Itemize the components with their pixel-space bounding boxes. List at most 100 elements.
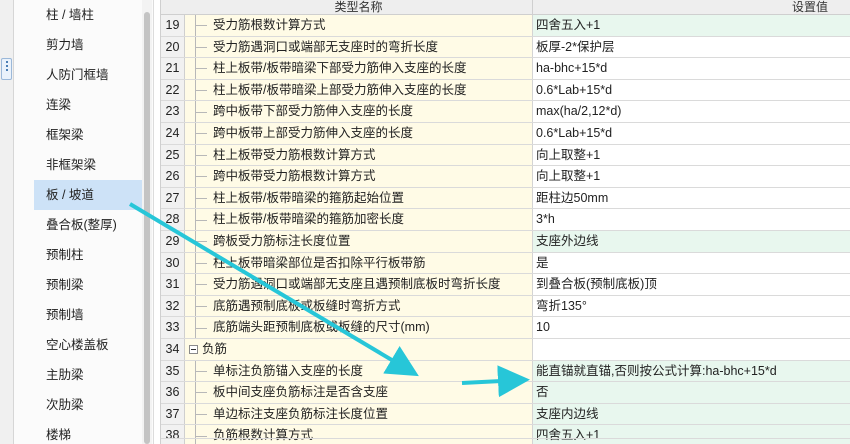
setting-name: 受力筋遇洞口或端部无支座时的弯折长度 [213,39,439,54]
setting-value-cell[interactable]: 3*h [533,209,850,230]
setting-value-cell[interactable]: ha-bhc+15*d [533,58,850,79]
row-number: 37 [161,403,185,425]
setting-name: 柱上板带/板带暗梁的箍筋加密长度 [213,212,404,227]
table-row[interactable]: 21 柱上板带/板带暗梁下部受力筋伸入支座的长度 ha-bhc+15*d [161,58,850,80]
sidebar-item[interactable]: 主肋梁 [34,360,152,390]
setting-value-cell[interactable]: 板厚-2*保护层 [533,36,850,58]
table-row[interactable]: 25 柱上板带受力筋根数计算方式 向上取整+1 [161,144,850,167]
sidebar-item[interactable]: 空心楼盖板 [34,330,152,360]
setting-name: 跨中板带上部受力筋伸入支座的长度 [213,125,414,140]
sidebar-item[interactable]: 人防门框墙 [34,60,152,90]
table-row[interactable]: 27 柱上板带/板带暗梁的箍筋起始位置 距柱边50mm [161,187,850,210]
sidebar-item[interactable]: 叠合板(整厚) [34,210,152,240]
table-row[interactable]: 28 柱上板带/板带暗梁的箍筋加密长度 3*h [161,209,850,231]
tree-branch [195,133,207,135]
row-number: 30 [161,252,185,274]
table-row[interactable]: 23 跨中板带下部受力筋伸入支座的长度 max(ha/2,12*d) [161,101,850,123]
table-row[interactable]: 19 受力筋根数计算方式 四舍五入+1 [161,15,850,37]
table-row[interactable]: 24 跨中板带上部受力筋伸入支座的长度 0.6*Lab+15*d [161,122,850,145]
setting-name: 柱上板带暗梁部位是否扣除平行板带筋 [213,255,426,270]
tree-branch [195,241,207,243]
setting-name-cell: 底筋端头距预制底板或板缝的尺寸(mm) [185,317,533,338]
setting-value-cell[interactable]: 支座外边线 [533,230,850,252]
setting-value-cell[interactable]: 0.6*Lab+15*d [533,122,850,144]
table-row[interactable]: 33 底筋端头距预制底板或板缝的尺寸(mm) 10 [161,317,850,339]
sidebar-item[interactable]: 预制墙 [34,300,152,330]
setting-value-cell[interactable]: 四舍五入+1 [533,15,850,36]
table-row[interactable]: 35 单标注负筋锚入支座的长度 能直锚就直锚,否则按公式计算:ha-bhc+15*d [161,360,850,383]
tree-branch [195,154,207,156]
table-row[interactable]: 32 底筋遇预制底板或板缝时弯折方式 弯折135° [161,295,850,318]
sidebar-scrollbar-thumb[interactable] [144,12,150,444]
row-number: 28 [161,209,185,230]
setting-name-cell: 跨板受力筋标注长度位置 [185,230,533,252]
tree-branch [195,370,207,372]
sidebar-item[interactable]: 非框架梁 [34,150,152,180]
setting-value-cell[interactable]: max(ha/2,12*d) [533,101,850,122]
setting-value-cell[interactable]: 能直锚就直锚,否则按公式计算:ha-bhc+15*d [533,360,850,382]
row-number: 27 [161,187,185,209]
table-row[interactable]: 29 跨板受力筋标注长度位置 支座外边线 [161,230,850,253]
setting-value-cell[interactable]: 10 [533,317,850,338]
tree-branch [195,392,207,394]
tree-branch [195,284,207,286]
setting-name-cell: 跨中板带受力筋根数计算方式 [185,166,533,187]
sidebar-item[interactable]: 楼梯 [34,420,152,444]
table-row[interactable]: 36 板中间支座负筋标注是否含支座 否 [161,382,850,404]
setting-value-cell[interactable]: 向上取整+1 [533,144,850,166]
collapse-toggle-icon[interactable] [189,344,198,354]
sidebar-item[interactable]: 剪力墙 [34,30,152,60]
row-number: 24 [161,122,185,144]
settings-table: 类型名称 设置值 19 受力筋根数计算方式 四舍五入+1 20 受力筋遇洞口或端部无支座… [160,0,850,444]
setting-name: 柱上板带受力筋根数计算方式 [213,147,376,162]
setting-value-cell[interactable] [533,338,850,360]
sidebar-item[interactable]: 次肋梁 [34,390,152,420]
setting-name: 底筋端头距预制底板或板缝的尺寸(mm) [213,320,430,335]
table-row[interactable]: 22 柱上板带/板带暗梁上部受力筋伸入支座的长度 0.6*Lab+15*d [161,79,850,102]
row-number: 35 [161,360,185,382]
tree-branch [195,413,207,415]
sidebar-item[interactable]: 板 / 坡道 [34,180,152,210]
setting-value-cell[interactable]: 到叠合板(预制底板)顶 [533,274,850,295]
row-number: 21 [161,58,185,79]
column-header-name[interactable]: 类型名称 [185,0,533,15]
setting-name-cell: 单标注负筋锚入支座的长度 [185,360,533,382]
panel-grip-icon[interactable] [1,58,12,80]
setting-name: 受力筋遇洞口或端部无支座且遇预制底板时弯折长度 [213,277,501,292]
table-row[interactable]: 37 单边标注支座负筋标注长度位置 支座内边线 [161,403,850,426]
setting-name: 底筋遇预制底板或板缝时弯折方式 [213,298,401,313]
row-number: 36 [161,382,185,403]
table-row[interactable]: 20 受力筋遇洞口或端部无支座时的弯折长度 板厚-2*保护层 [161,36,850,59]
column-header-value[interactable]: 设置值 [533,0,850,15]
table-row[interactable]: 30 柱上板带暗梁部位是否扣除平行板带筋 是 [161,252,850,275]
table-group-row[interactable]: 34 负筋 [161,338,850,361]
sidebar-item[interactable]: 预制柱 [34,240,152,270]
setting-name: 柱上板带/板带暗梁的箍筋起始位置 [213,190,404,205]
sidebar-item[interactable]: 框架梁 [34,120,152,150]
sidebar-item[interactable]: 连梁 [34,90,152,120]
row-number: 34 [161,338,185,360]
setting-name: 单边标注支座负筋标注长度位置 [213,406,389,421]
sidebar-item[interactable]: 预制梁 [34,270,152,300]
row-number: 33 [161,317,185,338]
setting-value-cell[interactable]: 是 [533,252,850,274]
row-number: 26 [161,166,185,187]
tree-branch [195,90,207,92]
setting-value-cell[interactable]: 否 [533,382,850,403]
setting-name-cell: 柱上板带暗梁部位是否扣除平行板带筋 [185,252,533,274]
setting-name-cell: 底筋遇预制底板或板缝时弯折方式 [185,295,533,317]
setting-value-cell[interactable]: 向上取整+1 [533,166,850,187]
sidebar-item[interactable]: 柱 / 墙柱 [34,0,152,30]
setting-value-cell[interactable]: 距柱边50mm [533,187,850,209]
setting-name: 板中间支座负筋标注是否含支座 [213,385,389,400]
setting-name: 负筋 [202,341,228,356]
setting-name-cell: 柱上板带/板带暗梁下部受力筋伸入支座的长度 [185,58,533,79]
setting-value-cell[interactable]: 支座内边线 [533,403,850,425]
setting-value-cell[interactable]: 0.6*Lab+15*d [533,79,850,101]
sidebar-scrollbar[interactable] [142,0,152,444]
setting-value-cell[interactable]: 弯折135° [533,295,850,317]
setting-name-cell: 跨中板带下部受力筋伸入支座的长度 [185,101,533,122]
table-row[interactable]: 26 跨中板带受力筋根数计算方式 向上取整+1 [161,166,850,188]
table-row[interactable]: 31 受力筋遇洞口或端部无支座且遇预制底板时弯折长度 到叠合板(预制底板)顶 [161,274,850,296]
setting-name: 受力筋根数计算方式 [213,18,326,32]
